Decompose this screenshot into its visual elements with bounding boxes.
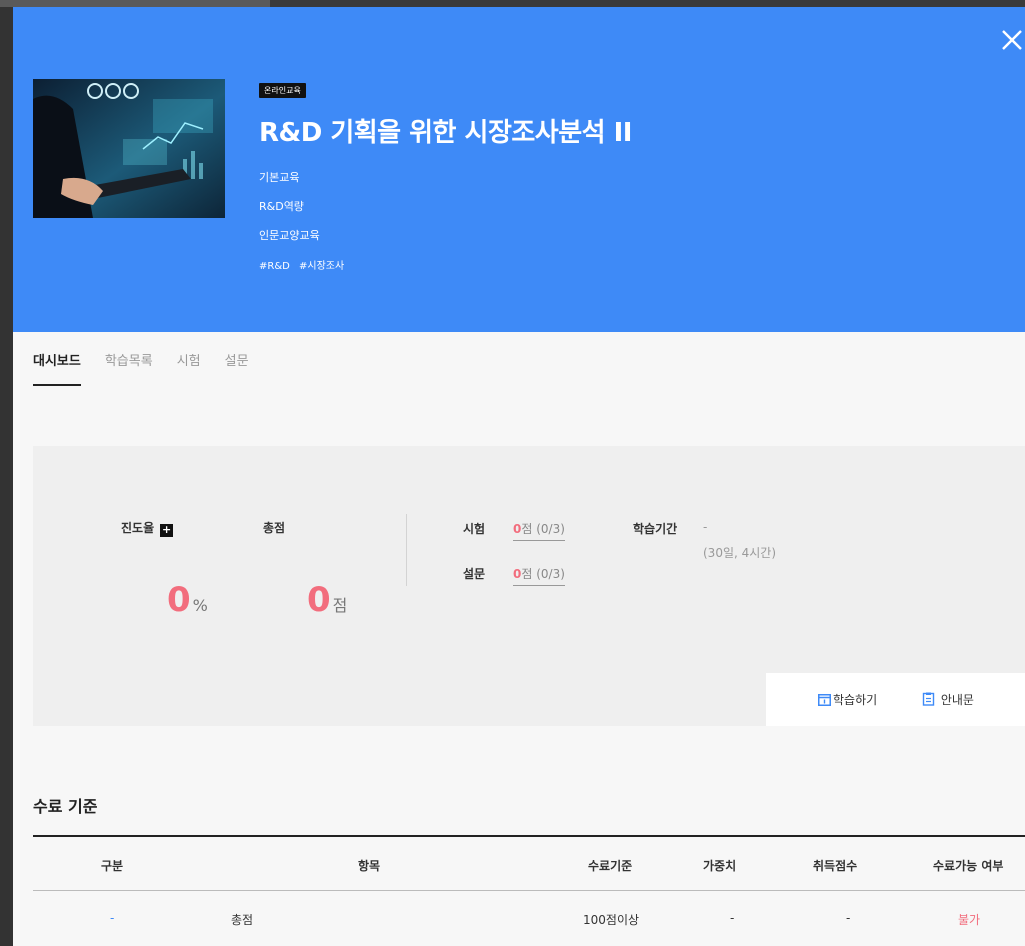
- table-cell: 100점이상: [583, 913, 640, 927]
- column-header: 항목: [358, 859, 381, 873]
- table-cell: 불가: [958, 913, 981, 927]
- table-cell: -: [730, 911, 735, 925]
- tab-learning-list[interactable]: 학습목록: [105, 350, 153, 386]
- period-label: 학습기간: [633, 522, 678, 536]
- divider: [406, 514, 407, 586]
- completion-criteria-table: 구분 항목 수료기준 가중치 취득점수 수료가능 여부 - 총점 100점이상 …: [33, 835, 1025, 946]
- period-detail: (30일, 4시간): [703, 546, 777, 560]
- table-header: 구분 항목 수료기준 가중치 취득점수 수료가능 여부: [33, 835, 1025, 891]
- survey-label: 설문: [463, 567, 486, 581]
- course-tags: #R&D #시장조사: [259, 257, 350, 272]
- close-button[interactable]: [997, 25, 1025, 55]
- progress-detail-plus-icon[interactable]: +: [160, 524, 174, 537]
- table-cell: 총점: [231, 913, 254, 927]
- course-category-1: 기본교육: [259, 171, 300, 184]
- course-type-badge: 온라인교육: [259, 83, 306, 98]
- background-window-edge: [0, 0, 270, 7]
- course-header: 온라인교육 R&D 기획을 위한 시장조사분석 II 기본교육 R&D역량 인문…: [13, 7, 1025, 332]
- tab-exam[interactable]: 시험: [177, 350, 201, 386]
- exam-label: 시험: [463, 522, 486, 536]
- course-title: R&D 기획을 위한 시장조사분석 II: [259, 118, 632, 148]
- calendar-icon: [818, 694, 831, 706]
- column-header: 수료기준: [588, 859, 633, 873]
- completion-criteria-title: 수료 기준: [33, 797, 98, 816]
- column-header: 가중치: [703, 859, 737, 873]
- action-bar: 학습하기 안내문: [766, 673, 1025, 726]
- guide-button[interactable]: 안내문: [922, 691, 974, 708]
- period-value: -: [703, 520, 708, 534]
- course-tag[interactable]: #R&D: [259, 261, 290, 272]
- survey-score-link[interactable]: 0점 (0/3): [513, 565, 565, 586]
- exam-score-link[interactable]: 0점 (0/3): [513, 520, 565, 541]
- course-thumbnail: [33, 79, 225, 218]
- course-category-2: R&D역량: [259, 200, 304, 213]
- course-category-3: 인문교양교육: [259, 229, 320, 242]
- progress-label: 진도율 +: [121, 521, 174, 537]
- course-detail-modal: 온라인교육 R&D 기획을 위한 시장조사분석 II 기본교육 R&D역량 인문…: [13, 7, 1025, 946]
- score-value: 0점: [307, 580, 348, 620]
- background-overlay-left: [0, 7, 13, 946]
- clipboard-icon: [922, 692, 935, 706]
- score-label: 총점: [263, 521, 286, 535]
- column-header: 수료가능 여부: [933, 859, 1004, 873]
- table-cell: -: [110, 911, 115, 925]
- course-tag[interactable]: #시장조사: [299, 261, 344, 272]
- column-header: 구분: [101, 859, 124, 873]
- close-icon: [1002, 30, 1022, 50]
- progress-value: 0%: [167, 580, 208, 620]
- study-button[interactable]: 학습하기: [818, 691, 877, 708]
- table-row: - 총점 100점이상 - - 불가: [33, 891, 1025, 946]
- dashboard-panel: 진도율 + 총점 0% 0점 시험 0점 (0/3) 설문 0점 (0/3) 학습…: [33, 446, 1025, 726]
- tab-survey[interactable]: 설문: [225, 350, 249, 386]
- tab-bar: 대시보드 학습목록 시험 설문: [33, 350, 273, 386]
- tab-dashboard[interactable]: 대시보드: [33, 350, 81, 386]
- column-header: 취득점수: [813, 859, 858, 873]
- background-overlay-top: [0, 0, 1025, 7]
- table-cell: -: [846, 911, 851, 925]
